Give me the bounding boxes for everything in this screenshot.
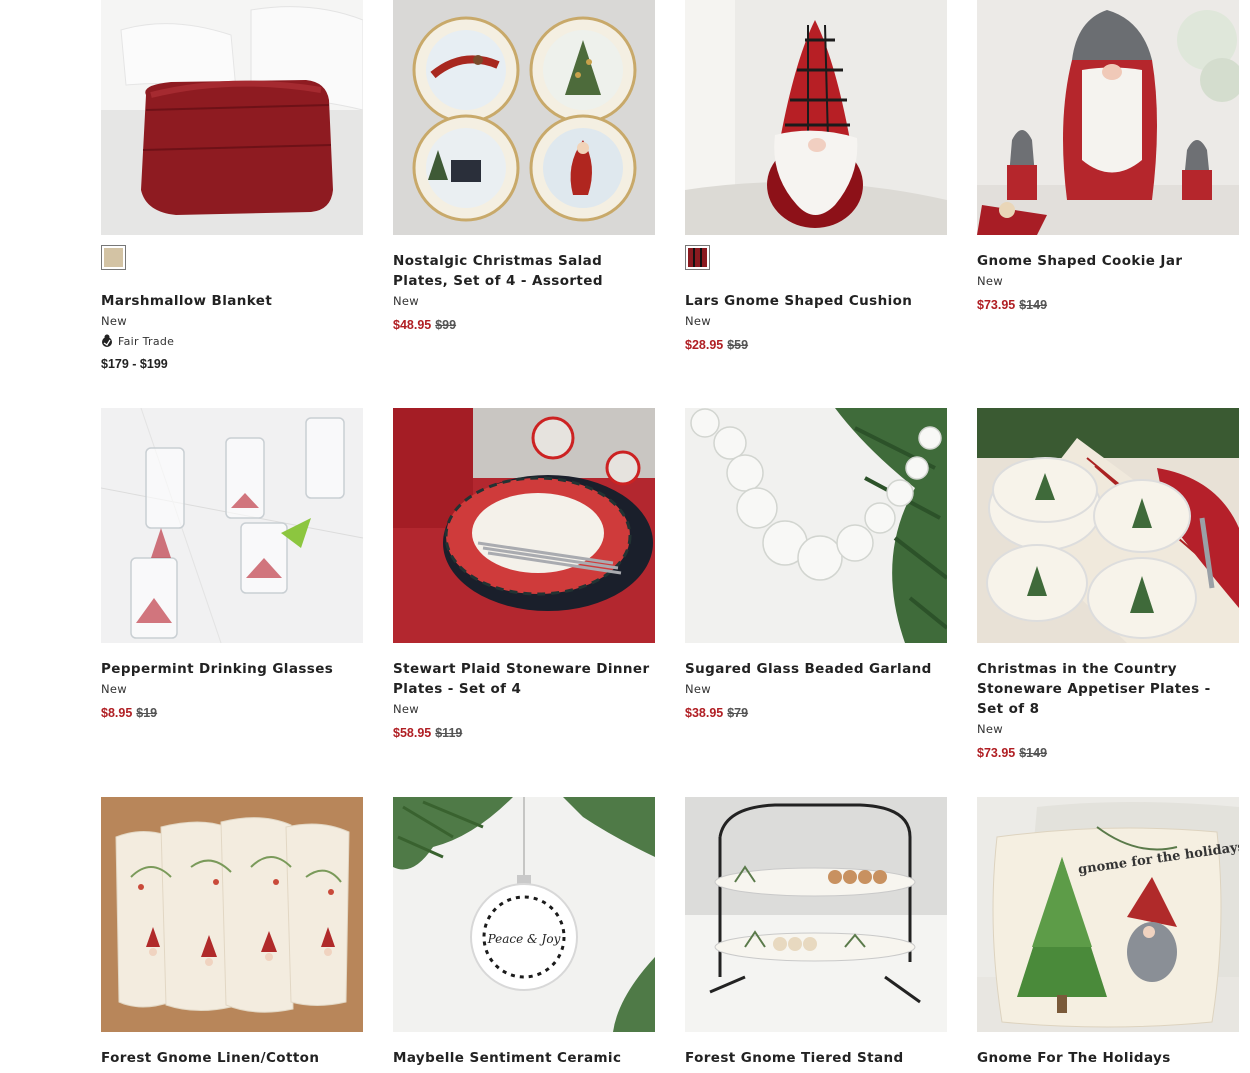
product-name[interactable]: Gnome Shaped Cookie Jar (977, 251, 1239, 271)
product-image-gnome-cushion[interactable] (685, 0, 947, 235)
color-swatch[interactable] (101, 245, 126, 270)
original-price: $149 (1019, 746, 1048, 760)
product-card[interactable]: Nostalgic Christmas Salad Plates, Set of… (393, 0, 655, 332)
product-name[interactable]: Nostalgic Christmas Salad Plates, Set of… (393, 251, 655, 291)
product-image-gnome-napkins[interactable] (101, 797, 363, 1032)
new-badge: New (685, 682, 711, 696)
product-image-gnome-cookie-jar[interactable] (977, 0, 1239, 235)
product-image-marshmallow-blanket[interactable] (101, 0, 363, 235)
product-card[interactable]: Peace & Joy Maybelle Sentiment Ceramic (393, 797, 655, 1066)
product-card[interactable]: Forest Gnome Linen/Cotton (101, 797, 363, 1066)
sale-price: $58.95 (393, 726, 432, 740)
product-name[interactable]: Forest Gnome Linen/Cotton (101, 1048, 363, 1068)
sale-price: $73.95 (977, 298, 1016, 312)
product-name[interactable]: Maybelle Sentiment Ceramic (393, 1048, 655, 1068)
product-name[interactable]: Peppermint Drinking Glasses (101, 659, 363, 679)
original-price: $19 (136, 706, 158, 720)
product-name[interactable]: Lars Gnome Shaped Cushion (685, 291, 947, 311)
fair-trade-tag: Fair Trade (101, 334, 363, 348)
product-image-sentiment-ornament[interactable]: Peace & Joy (393, 797, 655, 1032)
product-name[interactable]: Gnome For The Holidays (977, 1048, 1239, 1068)
product-card[interactable]: Marshmallow Blanket New Fair Trade $179 … (101, 0, 363, 371)
fair-trade-icon (102, 334, 112, 347)
new-badge: New (977, 722, 1003, 736)
product-image-peppermint-glasses[interactable] (101, 408, 363, 643)
sale-price: $48.95 (393, 318, 432, 332)
product-card[interactable]: Forest Gnome Tiered Stand (685, 797, 947, 1066)
fair-trade-label: Fair Trade (118, 334, 175, 348)
product-name[interactable]: Christmas in the Country Stoneware Appet… (977, 659, 1239, 719)
original-price: $119 (435, 726, 463, 740)
product-image-holiday-pillow[interactable]: gnome for the holidays (977, 797, 1239, 1032)
product-card[interactable]: Sugared Glass Beaded Garland New $38.95 $… (685, 408, 947, 720)
sale-price: $73.95 (977, 746, 1016, 760)
color-swatch[interactable] (685, 245, 710, 270)
price-range: $179 - $199 (101, 357, 168, 371)
original-price: $149 (1019, 298, 1048, 312)
new-badge: New (393, 702, 419, 716)
new-badge: New (393, 294, 419, 308)
original-price: $99 (435, 318, 457, 332)
ornament-text: Peace & Joy (487, 932, 561, 946)
new-badge: New (101, 314, 127, 328)
product-card[interactable]: Stewart Plaid Stoneware Dinner Plates - … (393, 408, 655, 740)
product-name[interactable]: Marshmallow Blanket (101, 291, 363, 311)
product-image-plaid-plates[interactable] (393, 408, 655, 643)
sale-price: $28.95 (685, 338, 724, 352)
product-image-tiered-stand[interactable] (685, 797, 947, 1032)
original-price: $59 (727, 338, 749, 352)
new-badge: New (977, 274, 1003, 288)
product-image-beaded-garland[interactable] (685, 408, 947, 643)
product-name[interactable]: Stewart Plaid Stoneware Dinner Plates - … (393, 659, 655, 699)
product-card[interactable]: Gnome Shaped Cookie Jar New $73.95 $149 (977, 0, 1239, 312)
product-card[interactable]: Lars Gnome Shaped Cushion New $28.95 $59 (685, 0, 947, 352)
sale-price: $38.95 (685, 706, 724, 720)
product-card[interactable]: Peppermint Drinking Glasses New $8.95 $19 (101, 408, 363, 720)
product-card[interactable]: Christmas in the Country Stoneware Appet… (977, 408, 1239, 760)
product-name[interactable]: Forest Gnome Tiered Stand (685, 1048, 947, 1068)
sale-price: $8.95 (101, 706, 133, 720)
original-price: $79 (727, 706, 749, 720)
product-image-salad-plates[interactable] (393, 0, 655, 235)
new-badge: New (101, 682, 127, 696)
product-card[interactable]: gnome for the holidays Gnome For The Hol… (977, 797, 1239, 1066)
product-image-appetiser-plates[interactable] (977, 408, 1239, 643)
product-name[interactable]: Sugared Glass Beaded Garland (685, 659, 947, 679)
new-badge: New (685, 314, 711, 328)
